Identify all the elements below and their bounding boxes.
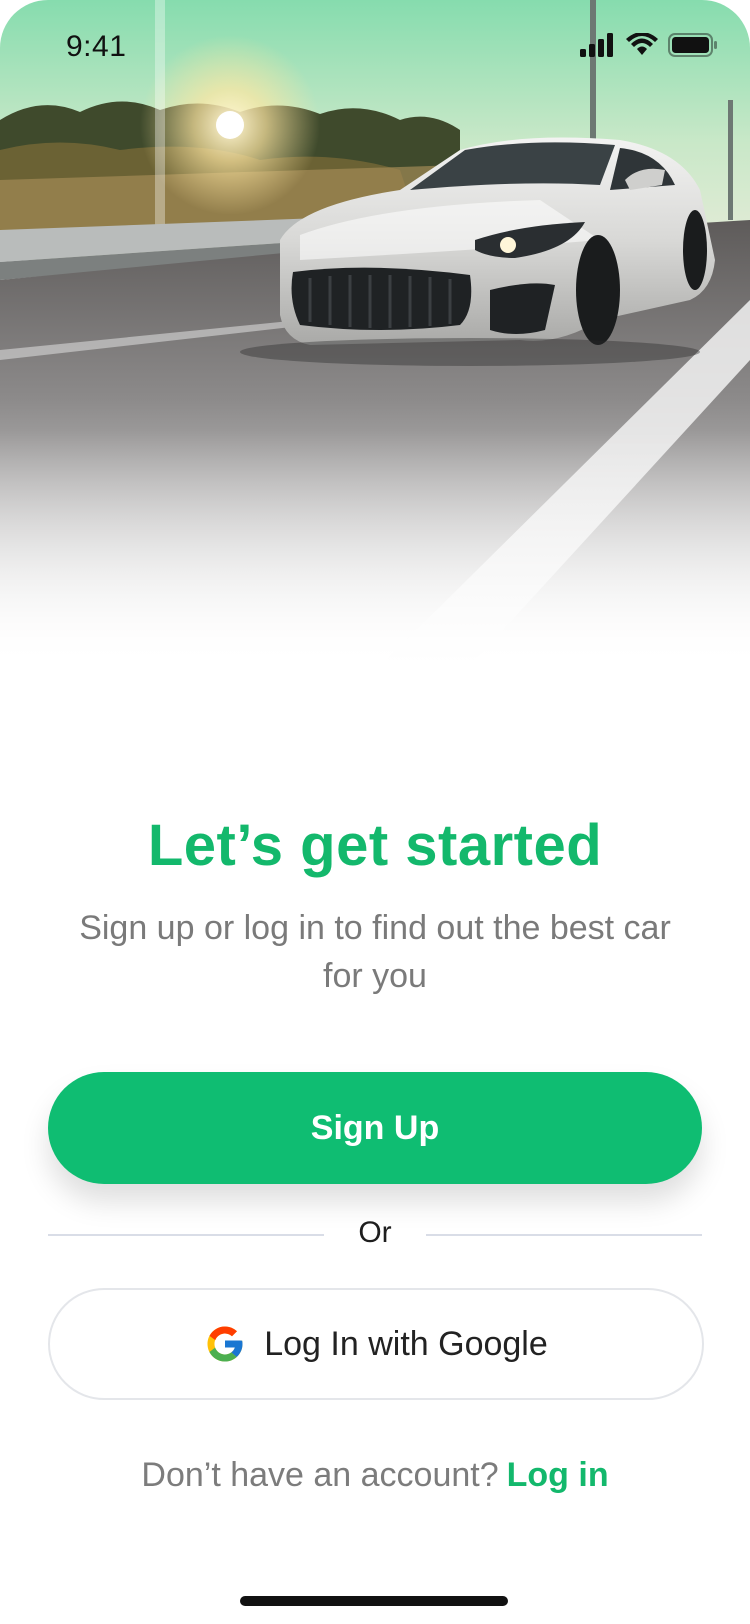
page-subtitle: Sign up or log in to find out the best c… xyxy=(79,909,671,995)
sign-up-button[interactable]: Sign Up xyxy=(48,1072,702,1184)
no-account-prompt: Don’t have an account? Log in xyxy=(0,1456,750,1495)
sign-up-button-label: Sign Up xyxy=(310,1108,440,1147)
battery-icon xyxy=(668,32,718,62)
divider-line-right xyxy=(426,1234,702,1236)
wifi-icon xyxy=(626,31,658,62)
divider-line-left xyxy=(48,1234,324,1236)
phone-screen: 9:41 Let’s get started Sign up or log in… xyxy=(0,0,750,1624)
hero-car-image xyxy=(0,0,750,666)
no-account-text: Don’t have an account? xyxy=(141,1456,499,1494)
page-title: Let’s get started xyxy=(147,813,603,878)
login-link[interactable]: Log in xyxy=(507,1456,609,1494)
divider-or-text: Or xyxy=(358,1216,392,1249)
home-indicator xyxy=(240,1596,508,1606)
status-bar: 9:41 xyxy=(0,0,750,96)
status-icons xyxy=(580,31,718,62)
cellular-signal-icon xyxy=(580,32,616,62)
status-time: 9:41 xyxy=(66,30,127,63)
google-login-label: Log In with Google xyxy=(264,1324,548,1363)
google-login-button[interactable]: Log In with Google xyxy=(48,1288,704,1400)
google-icon xyxy=(204,1323,246,1365)
